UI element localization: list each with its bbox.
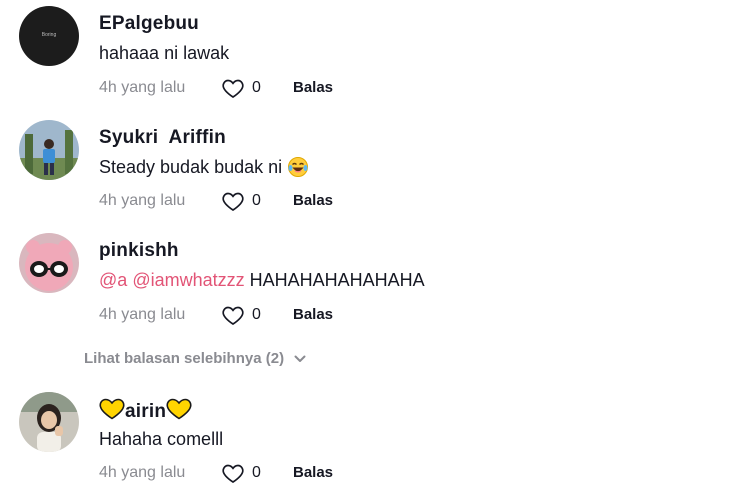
reply-button[interactable]: Balas (293, 192, 333, 209)
heart-icon[interactable] (221, 461, 245, 485)
mention-link[interactable]: @a (99, 270, 127, 290)
person-photo (19, 392, 79, 452)
avatar[interactable]: Boring (19, 6, 79, 66)
timestamp: 4h yang lalu (99, 192, 186, 209)
like-count: 0 (252, 464, 261, 481)
timestamp: 4h yang lalu (99, 79, 186, 96)
person-photo (19, 120, 79, 180)
yellow-heart-icon (166, 398, 192, 420)
avatar-logo-text: Boring (41, 32, 57, 38)
timestamp: 4h yang lalu (99, 464, 186, 481)
username[interactable]: EPalgebuu (99, 13, 199, 35)
timestamp: 4h yang lalu (99, 306, 186, 323)
view-more-replies-label: Lihat balasan selebihnya (2) (84, 350, 285, 367)
chevron-down-icon (294, 355, 306, 363)
tears-of-joy-emoji (288, 157, 309, 177)
username[interactable]: Syukri Ariffin (99, 127, 226, 149)
yellow-heart-icon (99, 398, 125, 420)
username[interactable]: pinkishh (99, 240, 179, 262)
comment-text: @a @iamwhatzzz HAHAHAHAHAHAHA (99, 270, 425, 291)
username-text: airin (125, 401, 167, 422)
reply-button[interactable]: Balas (293, 306, 333, 323)
heart-icon[interactable] (221, 189, 245, 213)
reply-button[interactable]: Balas (293, 79, 333, 96)
heart-icon[interactable] (221, 303, 245, 327)
comment-text-body: Steady budak budak ni (99, 157, 283, 177)
pink-plush-photo (19, 233, 79, 293)
avatar[interactable] (19, 233, 79, 293)
view-more-replies-button[interactable]: Lihat balasan selebihnya (2) (84, 350, 306, 367)
comment-text-body: HAHAHAHAHAHAHA (249, 270, 425, 290)
comment-text: Hahaha comelll (99, 429, 224, 449)
avatar[interactable] (19, 120, 79, 180)
comment-text: Steady budak budak ni (99, 156, 309, 178)
reply-button[interactable]: Balas (293, 464, 333, 481)
like-count: 0 (252, 306, 261, 323)
mention-link[interactable]: @iamwhatzzz (132, 270, 244, 290)
username[interactable]: airin (99, 398, 192, 423)
like-count: 0 (252, 192, 261, 209)
comment-text: hahaaa ni lawak (99, 43, 230, 63)
heart-icon[interactable] (221, 76, 245, 100)
avatar[interactable] (19, 392, 79, 452)
like-count: 0 (252, 79, 261, 96)
